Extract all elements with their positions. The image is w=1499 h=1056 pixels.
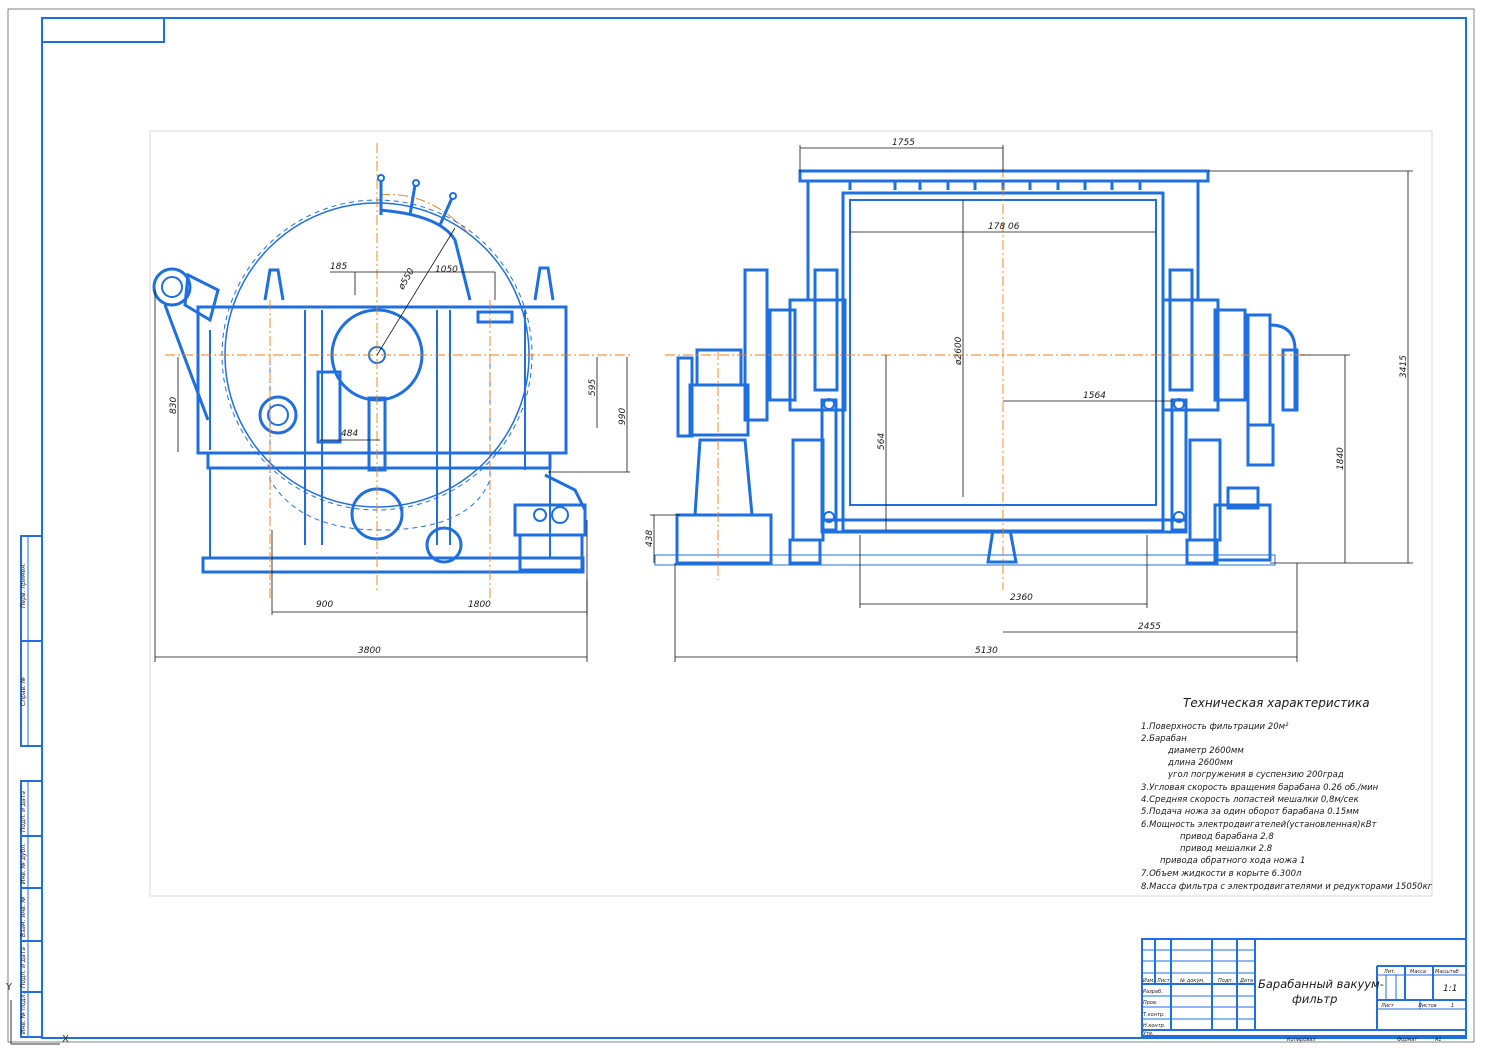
tb-list: Лист xyxy=(1156,978,1171,984)
tb-ndoc: № докум. xyxy=(1179,978,1205,984)
tech-line-2: 2.Барабан xyxy=(1141,734,1187,744)
tb-nkontr: Н.контр. xyxy=(1143,1023,1165,1029)
tb-utv: Утв. xyxy=(1143,1031,1154,1037)
tb-scale: Масштаб xyxy=(1435,969,1459,975)
dim-5130: 5130 xyxy=(975,646,998,656)
dim-3415: 3415 xyxy=(1399,355,1409,378)
axis-x-label: X xyxy=(62,1034,69,1045)
tech-line-4: длина 2600мм xyxy=(1167,758,1233,768)
dim-2360: 2360 xyxy=(1010,593,1033,603)
dim-17806: 178 06 xyxy=(988,222,1020,232)
tech-line-11: привод мешалки 2.8 xyxy=(1180,844,1273,854)
tech-line-13: 7.Объем жидкости в корыте 6.300л xyxy=(1141,869,1302,879)
dim-1840: 1840 xyxy=(1336,447,1346,470)
tb-format-value: A1 xyxy=(1434,1037,1442,1043)
tb-data: Дата xyxy=(1239,978,1253,984)
dim-484: 484 xyxy=(341,429,358,439)
left-view-dimensions: 185 1050 ø550 830 595 990 484 900 1800 3… xyxy=(154,227,630,662)
technical-characteristics: Техническая характеристика 1.Поверхность… xyxy=(1141,696,1433,892)
stamp-sprav: Справ. № xyxy=(20,677,27,706)
dim-900: 900 xyxy=(316,600,333,610)
tech-line-8: 5.Подача ножа за один оборот барабана 0.… xyxy=(1141,807,1360,817)
tb-sheets-value: 1 xyxy=(1451,1003,1454,1009)
dim-1800: 1800 xyxy=(468,600,491,610)
axis-y-label: Y xyxy=(5,982,13,993)
dim-1564: 1564 xyxy=(1083,391,1106,401)
tb-mass: Масса xyxy=(1410,969,1426,975)
tech-line-9: 6.Мощность электродвигателей(установленн… xyxy=(1141,820,1378,830)
dim-1050: 1050 xyxy=(435,265,458,275)
tech-line-3: диаметр 2600мм xyxy=(1167,746,1244,756)
dim-1755: 1755 xyxy=(892,138,915,148)
tb-razrab: Разраб. xyxy=(1143,989,1163,995)
dim-2455: 2455 xyxy=(1138,622,1161,632)
tb-format: Формат xyxy=(1397,1037,1418,1043)
tech-line-5: угол погружения в суспензию 200град xyxy=(1167,770,1344,780)
tb-podp: Подп. xyxy=(1218,978,1233,984)
dim-595: 595 xyxy=(588,379,598,396)
tb-prov: Пров. xyxy=(1143,1000,1158,1006)
tech-title: Техническая характеристика xyxy=(1183,696,1370,710)
tb-tkontr: Т.контр. xyxy=(1143,1012,1165,1018)
tech-line-14: 8.Масса фильтра с электродвигателями и р… xyxy=(1141,882,1433,892)
technical-drawing: Перв. примен. Справ. № Подп. и дата Инв.… xyxy=(5,8,1475,1045)
side-stamp: Перв. примен. Справ. № Подп. и дата Инв.… xyxy=(20,535,43,1038)
dim-2600: ø2600 xyxy=(954,336,964,366)
tb-sheet: Лист xyxy=(1380,1003,1395,1009)
dim-564: 564 xyxy=(877,433,887,450)
tech-line-7: 4.Средняя скорость лопастей мешалки 0,8м… xyxy=(1141,795,1360,805)
left-view-end xyxy=(152,143,630,600)
tb-izm: Изм. xyxy=(1143,978,1155,984)
right-view-side xyxy=(654,150,1310,590)
drawing-field xyxy=(149,130,1433,897)
stamp-perv-primen: Перв. примен. xyxy=(20,563,27,608)
stamp-podp-data-1: Подп. и дата xyxy=(20,791,27,832)
tech-line-1: 1.Поверхность фильтрации 20м² xyxy=(1141,722,1289,732)
dim-438: 438 xyxy=(645,530,655,547)
tech-line-12: привода обратного хода ножа 1 xyxy=(1160,856,1305,866)
dim-185: 185 xyxy=(330,262,347,272)
title-block: Изм. Лист № докум. Подп. Дата Разраб. Пр… xyxy=(1141,938,1467,1043)
dim-990: 990 xyxy=(618,408,628,425)
stamp-vzam-inv: Взам. инв. № xyxy=(20,896,27,937)
top-left-stamp xyxy=(41,17,165,43)
dim-550: ø550 xyxy=(396,267,417,293)
stamp-inv-podl: Инв. № подл. xyxy=(20,993,27,1034)
tech-line-6: 3.Угловая скорость вращения барабана 0.2… xyxy=(1141,783,1379,793)
tb-scale-value: 1:1 xyxy=(1443,984,1457,994)
stamp-inv-dubl: Инв. № дубл. xyxy=(20,843,27,884)
tech-line-10: привод барабана 2.8 xyxy=(1180,832,1274,842)
tb-lit: Лит. xyxy=(1383,969,1396,975)
tb-name-line1: Барабанный вакуум- xyxy=(1258,977,1384,991)
tb-sheets: Листов xyxy=(1417,1003,1437,1009)
tb-copied: Копировал xyxy=(1287,1037,1316,1043)
dim-830: 830 xyxy=(169,397,179,414)
dim-3800: 3800 xyxy=(358,646,381,656)
stamp-podp-data-2: Подп. и дата xyxy=(20,947,27,988)
tb-name-line2: фильтр xyxy=(1292,992,1337,1006)
